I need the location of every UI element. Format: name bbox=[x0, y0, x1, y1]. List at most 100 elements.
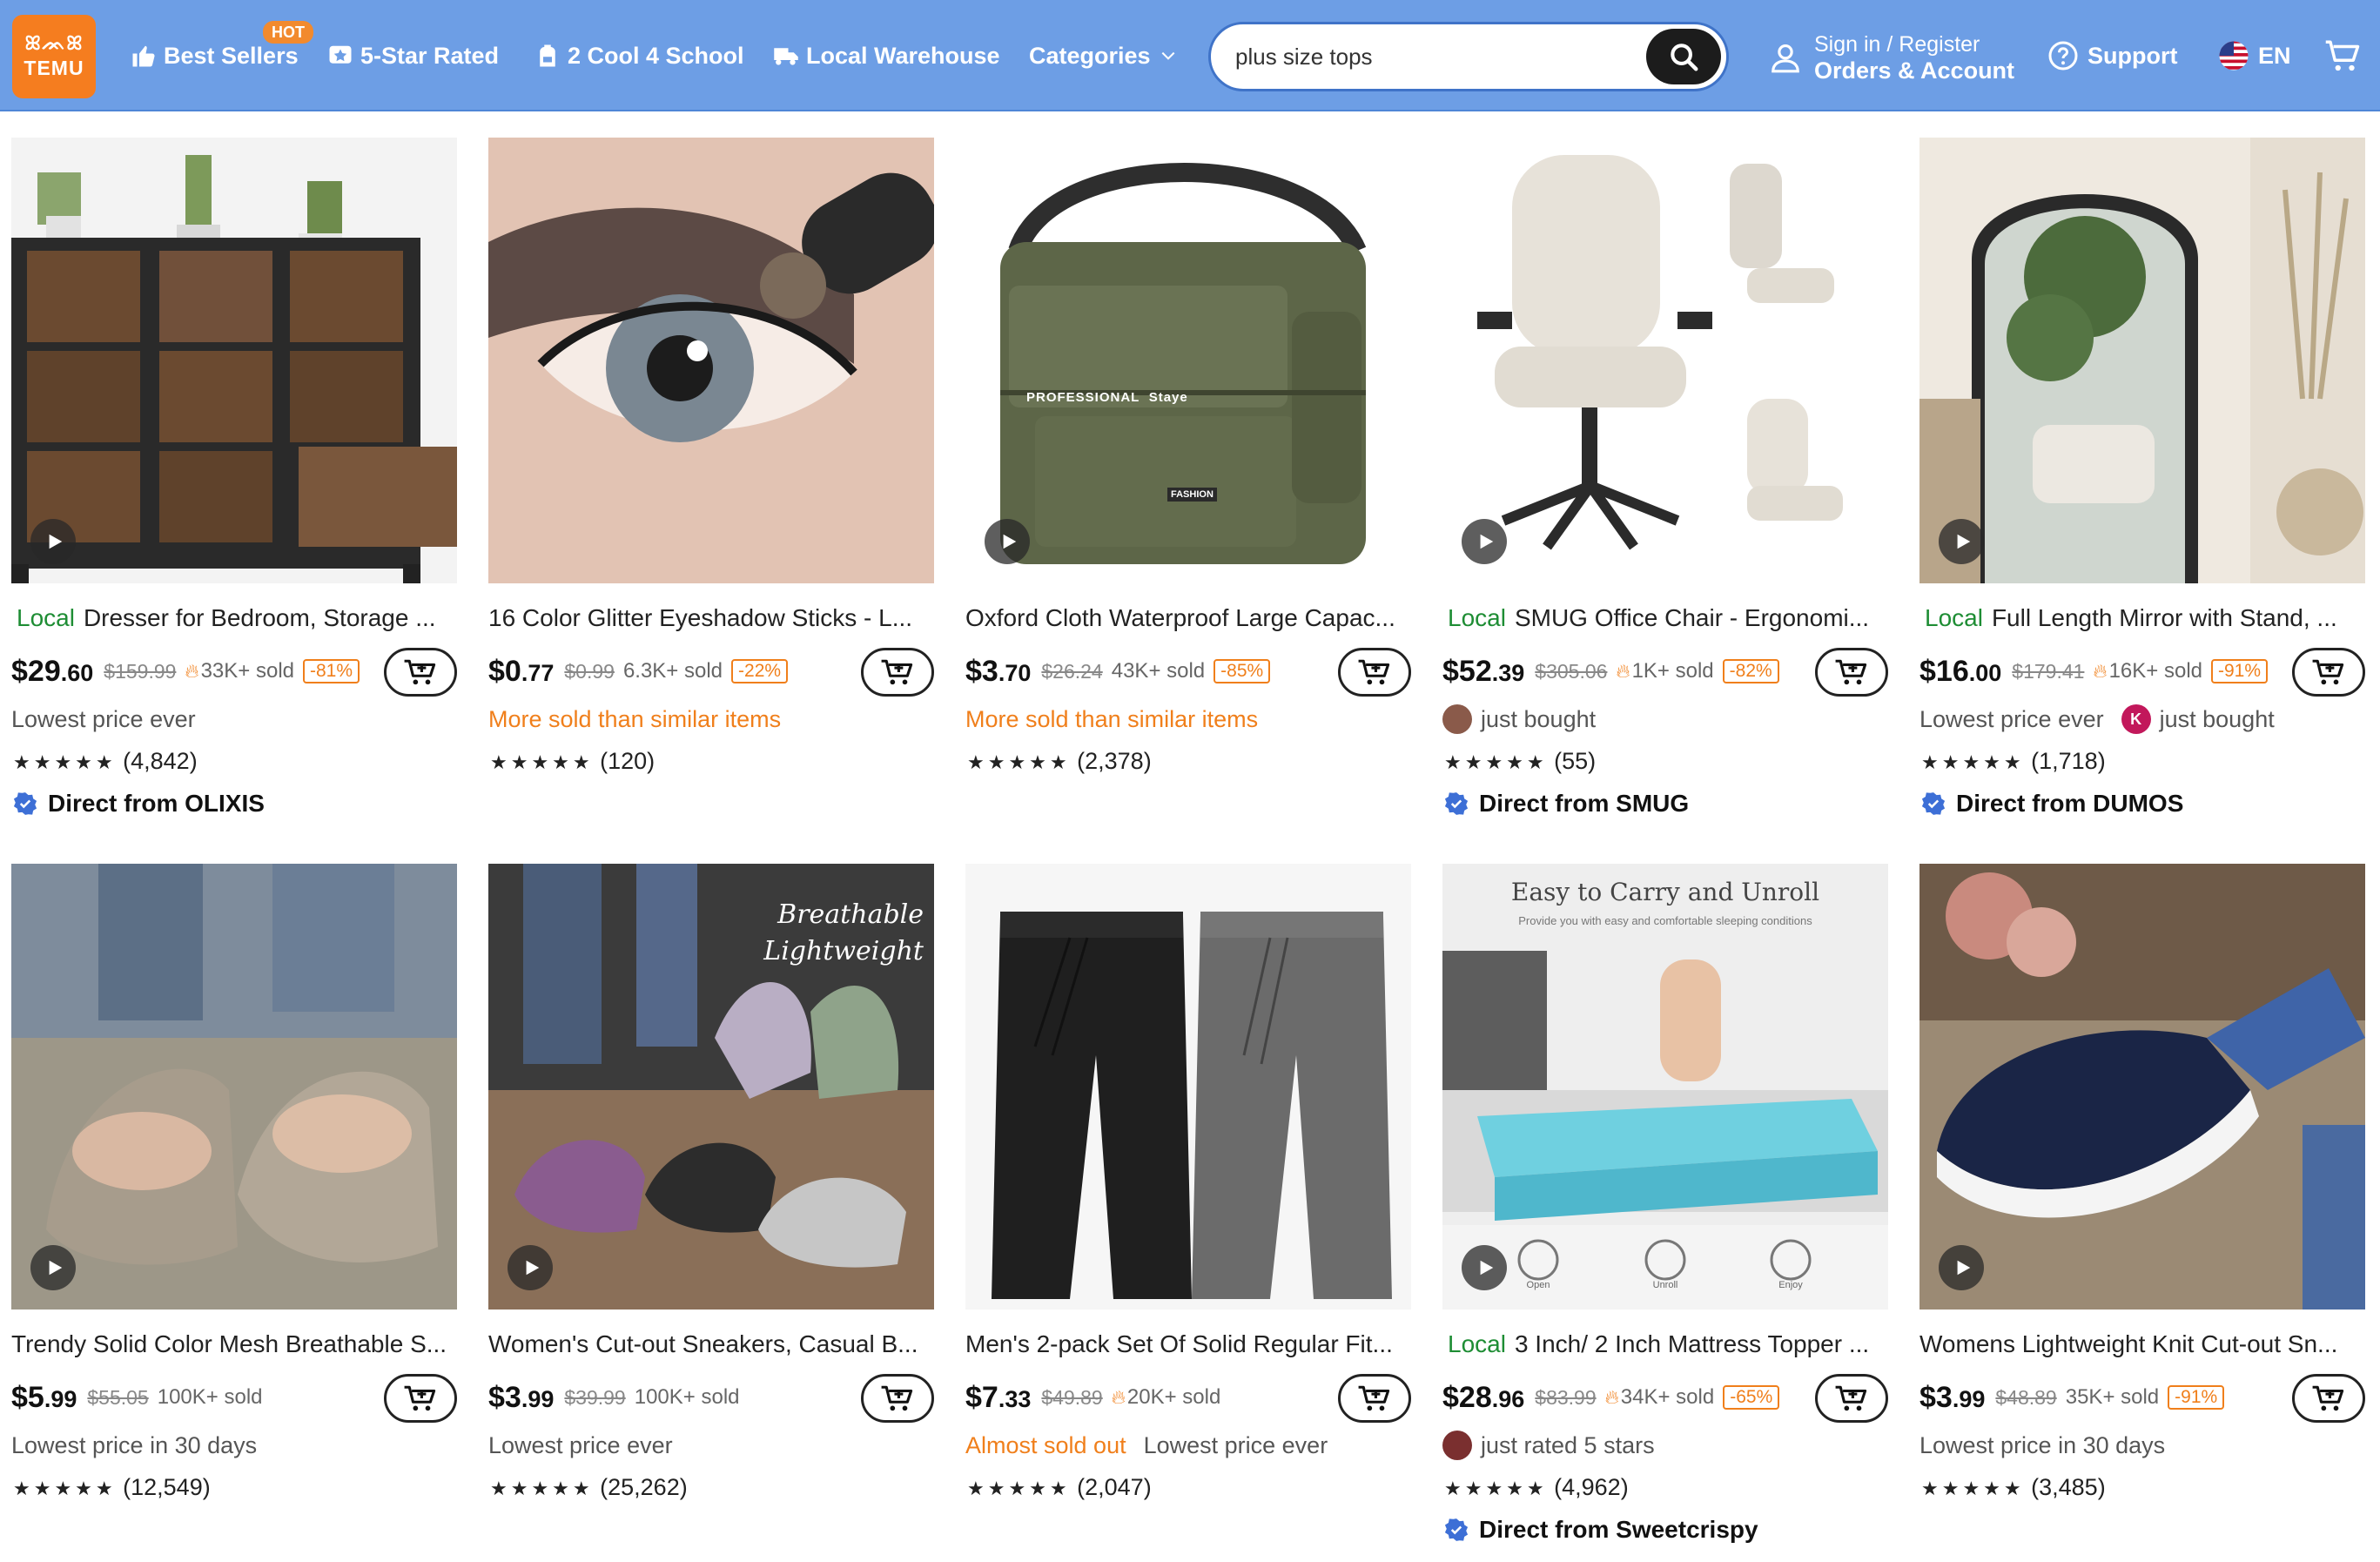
play-video-button[interactable] bbox=[1462, 1245, 1507, 1290]
add-to-cart-button[interactable] bbox=[1338, 1374, 1411, 1423]
price-note: Lowest price in 30 days bbox=[1919, 1432, 2166, 1458]
price: $29.60 bbox=[11, 654, 94, 688]
product-card[interactable]: Easy to Carry and Unroll Provide you wit… bbox=[1442, 864, 1888, 1543]
price-row: $28.96 $83.99 🔥︎ 34K+ sold -65% bbox=[1442, 1374, 1888, 1423]
sold-count: 🔥︎ 20K+ sold bbox=[1111, 1385, 1221, 1409]
product-title-line[interactable]: Local SMUG Office Chair - Ergonomi... bbox=[1442, 601, 1888, 636]
local-tag: Local bbox=[1448, 604, 1506, 631]
add-to-cart-button[interactable] bbox=[861, 648, 934, 697]
product-image[interactable]: Breathable Lightweight bbox=[488, 864, 934, 1310]
add-to-cart-button[interactable] bbox=[2292, 1374, 2365, 1423]
review-count: (4,842) bbox=[123, 748, 198, 774]
add-cart-icon bbox=[2312, 1385, 2344, 1411]
product-image[interactable] bbox=[1919, 138, 2365, 583]
mirror-image bbox=[1919, 138, 2365, 583]
nav-best-sellers[interactable]: Best Sellers bbox=[131, 38, 299, 73]
top-nav-bar: ꕤᨏꕤ TEMU Best Sellers HOT 5-Star Rated 2… bbox=[0, 0, 2380, 111]
product-card[interactable]: Men's 2-pack Set Of Solid Regular Fit...… bbox=[965, 864, 1411, 1500]
product-title: 3 Inch/ 2 Inch Mattress Topper ... bbox=[1514, 1330, 1870, 1357]
product-title-line[interactable]: Local Dresser for Bedroom, Storage ... bbox=[11, 601, 457, 636]
product-image[interactable] bbox=[1442, 138, 1888, 583]
price: $0.77 bbox=[488, 654, 555, 688]
rating: ★★★★★ (25,262) bbox=[490, 1471, 688, 1503]
product-card[interactable]: 16 Color Glitter Eyeshadow Sticks - L...… bbox=[488, 138, 934, 774]
product-image[interactable]: PROFESSIONAL Staye FASHION bbox=[965, 138, 1411, 583]
add-to-cart-button[interactable] bbox=[1815, 1374, 1888, 1423]
nav-categories[interactable]: Categories bbox=[1029, 38, 1177, 73]
product-title: SMUG Office Chair - Ergonomi... bbox=[1514, 604, 1870, 631]
add-to-cart-button[interactable] bbox=[1338, 648, 1411, 697]
play-video-button[interactable] bbox=[1939, 1245, 1984, 1290]
play-video-button[interactable] bbox=[985, 519, 1030, 564]
flame-icon: 🔥︎ bbox=[2093, 660, 2108, 682]
seller-badge[interactable]: Direct from Sweetcrispy bbox=[1444, 1512, 1758, 1547]
product-card[interactable]: Breathable Lightweight Women's Cut-out S… bbox=[488, 864, 934, 1500]
local-tag: Local bbox=[17, 604, 75, 631]
add-to-cart-button[interactable] bbox=[2292, 648, 2365, 697]
product-image[interactable] bbox=[488, 138, 934, 583]
product-title-line[interactable]: Womens Lightweight Knit Cut-out Sn... bbox=[1919, 1327, 2365, 1362]
flame-icon: 🔥︎ bbox=[1604, 1386, 1619, 1408]
rating: ★★★★★ (2,378) bbox=[967, 745, 1152, 777]
temu-logo[interactable]: ꕤᨏꕤ TEMU bbox=[12, 15, 96, 98]
account-menu[interactable]: Sign in / Register Orders & Account bbox=[1769, 30, 2014, 85]
play-video-button[interactable] bbox=[30, 519, 76, 564]
local-tag: Local bbox=[1925, 604, 1983, 631]
product-title-line[interactable]: Oxford Cloth Waterproof Large Capac... bbox=[965, 601, 1411, 636]
product-card[interactable]: Womens Lightweight Knit Cut-out Sn... $3… bbox=[1919, 864, 2365, 1500]
product-title-line[interactable]: Trendy Solid Color Mesh Breathable S... bbox=[11, 1327, 457, 1362]
seller-badge[interactable]: Direct from OLIXIS bbox=[13, 786, 265, 821]
add-to-cart-button[interactable] bbox=[384, 1374, 457, 1423]
add-to-cart-button[interactable] bbox=[861, 1374, 934, 1423]
product-image[interactable] bbox=[11, 138, 457, 583]
add-to-cart-button[interactable] bbox=[1815, 648, 1888, 697]
sales-note: More sold than similar items bbox=[488, 706, 782, 732]
add-to-cart-button[interactable] bbox=[384, 648, 457, 697]
discount-badge: -85% bbox=[1214, 659, 1271, 683]
product-title-line[interactable]: Women's Cut-out Sneakers, Casual B... bbox=[488, 1327, 934, 1362]
play-video-button[interactable] bbox=[1939, 519, 1984, 564]
product-card[interactable]: Trendy Solid Color Mesh Breathable S... … bbox=[11, 864, 457, 1500]
search-button[interactable] bbox=[1646, 29, 1721, 84]
product-image[interactable]: Easy to Carry and Unroll Provide you wit… bbox=[1442, 864, 1888, 1310]
rating: ★★★★★ (1,718) bbox=[1921, 745, 2106, 777]
nav-2-cool-4-school[interactable]: 2 Cool 4 School bbox=[534, 38, 744, 73]
price: $7.33 bbox=[965, 1380, 1032, 1414]
product-title: Men's 2-pack Set Of Solid Regular Fit... bbox=[965, 1330, 1393, 1357]
price-row: $3.70 $26.24 43K+ sold -85% bbox=[965, 648, 1411, 697]
product-card[interactable]: Local SMUG Office Chair - Ergonomi... $52… bbox=[1442, 138, 1888, 817]
product-title-line[interactable]: Men's 2-pack Set Of Solid Regular Fit... bbox=[965, 1327, 1411, 1362]
backpack-icon bbox=[540, 44, 555, 67]
product-card[interactable]: PROFESSIONAL Staye FASHION Oxford Cloth … bbox=[965, 138, 1411, 774]
sign-in-label: Sign in / Register bbox=[1814, 32, 1980, 57]
product-image[interactable] bbox=[965, 864, 1411, 1310]
support-link[interactable]: Support bbox=[2047, 38, 2177, 73]
play-icon bbox=[1003, 534, 1017, 549]
play-video-button[interactable] bbox=[1462, 519, 1507, 564]
seller-badge[interactable]: Direct from DUMOS bbox=[1921, 786, 2183, 821]
original-price: $26.24 bbox=[1041, 659, 1103, 683]
seller-badge[interactable]: Direct from SMUG bbox=[1444, 786, 1689, 821]
product-title-line[interactable]: 16 Color Glitter Eyeshadow Sticks - L... bbox=[488, 601, 934, 636]
product-image[interactable] bbox=[1919, 864, 2365, 1310]
add-cart-icon bbox=[1835, 659, 1867, 685]
product-card[interactable]: Local Full Length Mirror with Stand, ... … bbox=[1919, 138, 2365, 817]
nav-5-star-rated[interactable]: 5-Star Rated bbox=[327, 38, 499, 73]
product-card[interactable]: Local Dresser for Bedroom, Storage ... $2… bbox=[11, 138, 457, 817]
rating: ★★★★★ (12,549) bbox=[13, 1471, 211, 1503]
search-input[interactable] bbox=[1235, 39, 1618, 74]
nav-local-warehouse[interactable]: Local Warehouse bbox=[773, 38, 1000, 73]
nav-label: Best Sellers bbox=[164, 42, 299, 69]
product-title-line[interactable]: Local Full Length Mirror with Stand, ... bbox=[1919, 601, 2365, 636]
price: $16.00 bbox=[1919, 654, 2002, 688]
play-video-button[interactable] bbox=[30, 1245, 76, 1290]
discount-badge: -65% bbox=[1723, 1385, 1780, 1410]
thumbs-up-icon bbox=[132, 45, 155, 67]
activity-note: just bought bbox=[1442, 704, 1888, 735]
language-selector[interactable]: EN bbox=[2218, 38, 2291, 73]
play-video-button[interactable] bbox=[508, 1245, 553, 1290]
product-title-line[interactable]: Local 3 Inch/ 2 Inch Mattress Topper ... bbox=[1442, 1327, 1888, 1362]
cart-button[interactable] bbox=[2324, 38, 2370, 73]
search-bar bbox=[1208, 22, 1729, 91]
product-image[interactable] bbox=[11, 864, 457, 1310]
